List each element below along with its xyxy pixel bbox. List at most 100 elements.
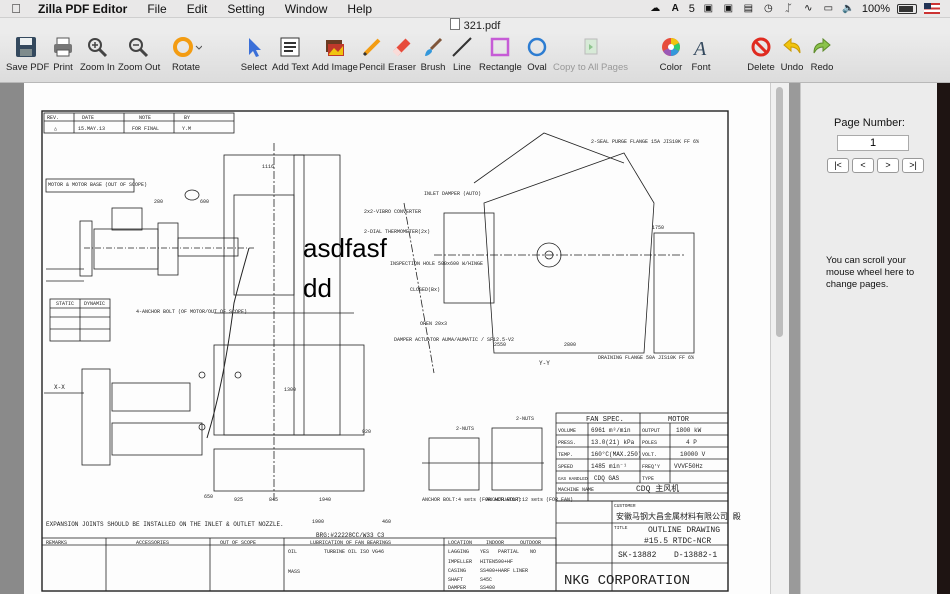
line-tool-button[interactable]: Line <box>450 32 474 82</box>
menu-window[interactable]: Window <box>275 2 338 16</box>
remarks-header: REMARKS <box>46 540 67 546</box>
zoom-out-button[interactable]: Zoom Out <box>118 32 160 82</box>
previous-page-button[interactable]: < <box>852 158 874 173</box>
fan-housing-view: 2-SEAL PURGE FLANGE 15A JIS10K FF 6% INL… <box>364 132 699 374</box>
menu-edit[interactable]: Edit <box>177 2 218 16</box>
spec-poles-label: POLES <box>642 440 657 446</box>
first-page-button[interactable]: |< <box>827 158 849 173</box>
volume-icon[interactable]: 🔈 <box>842 3 855 14</box>
expansion-note: EXPANSION JOINTS SHOULD BE INSTALLED ON … <box>46 521 284 528</box>
airplay-icon[interactable]: ▭ <box>822 3 835 14</box>
rotate-button[interactable]: Rotate <box>168 32 204 82</box>
oval-tool-button[interactable]: Oval <box>525 32 549 82</box>
spec-volume-label: VOLUME <box>558 428 576 434</box>
save-pdf-button[interactable]: Save PDF <box>6 32 50 82</box>
copy-to-all-pages-button[interactable]: Copy to All Pages <box>553 32 628 82</box>
spec-gas-value: CDQ GAS <box>594 475 620 482</box>
menu-help[interactable]: Help <box>337 2 382 16</box>
zoom-in-button[interactable]: Zoom In <box>80 32 115 82</box>
bluetooth-icon[interactable]: ᛢ <box>782 3 795 14</box>
status-area: ☁ A 5 ▣ ▣ ▤ ◷ ᛢ ∿ ▭ 🔈 100% <box>649 0 940 17</box>
page-margin <box>0 83 24 594</box>
accessories-header: ACCESSORIES <box>136 540 169 546</box>
material-casing-value: SS400+HARF LINER <box>480 568 528 574</box>
motor-title: MOTOR <box>668 416 690 424</box>
add-text-label: Add Text <box>272 62 309 73</box>
font-button[interactable]: A Font <box>688 32 714 82</box>
rev-row-date: 15.MAY.13 <box>78 126 105 132</box>
label-closed: CLOSED(Bx) <box>410 287 440 293</box>
spec-temp-label: TEMP. <box>558 452 573 458</box>
label-open: OPEN 20x3 <box>420 321 447 327</box>
annotation-text-line-1[interactable]: asdfasf <box>303 233 387 264</box>
pdf-page-canvas[interactable]: REV. DATE NOTE BY △ 15.MAY.13 FOR FINAL … <box>24 83 770 594</box>
time-machine-icon[interactable]: ◷ <box>762 3 775 14</box>
window-titlebar: 321.pdf <box>0 18 950 32</box>
select-tool-button[interactable]: Select <box>240 32 268 82</box>
copy-pages-icon <box>584 38 598 55</box>
last-page-button[interactable]: >| <box>902 158 924 173</box>
line-label: Line <box>453 62 471 73</box>
battery-icon[interactable] <box>897 3 917 14</box>
print-button[interactable]: Print <box>50 32 76 82</box>
battery-percent[interactable]: 100% <box>862 3 890 15</box>
color-button[interactable]: Color <box>656 32 686 82</box>
undo-icon <box>783 37 801 54</box>
spec-output-label: OUTPUT <box>642 428 660 434</box>
menu-setting[interactable]: Setting <box>217 2 274 16</box>
save-pdf-label: Save PDF <box>6 62 50 73</box>
page-number-input[interactable]: 1 <box>837 135 909 151</box>
rectangle-tool-button[interactable]: Rectangle <box>479 32 522 82</box>
input-source-flag-icon[interactable] <box>924 3 940 14</box>
spec-output-value: 1800 kW <box>676 427 702 434</box>
fan-spec-table: FAN SPEC. MOTOR VOLUME 6961 m³/min OUTPU… <box>555 412 729 502</box>
annotation-text-line-2[interactable]: dd <box>303 273 332 304</box>
rectangle-label: Rectangle <box>479 62 522 73</box>
scrollbar-thumb[interactable] <box>776 87 783 337</box>
drive-icon[interactable]: ▣ <box>722 3 735 14</box>
adobe-icon[interactable]: A <box>669 3 682 14</box>
text-lines-icon <box>280 37 300 57</box>
label-draining: DRAINING FLANGE 50A JIS10K FF 6% <box>598 355 694 361</box>
sync-icon[interactable]: ▣ <box>702 3 715 14</box>
save-icon <box>16 37 36 57</box>
brush-label: Brush <box>420 62 446 73</box>
number-badge[interactable]: 5 <box>689 3 695 15</box>
app-menu[interactable]: Zilla PDF Editor <box>32 2 137 16</box>
location-indoor: INDOOR <box>486 540 504 546</box>
spec-press-value: 13.0(21) kPa <box>591 439 635 446</box>
brush-tool-button[interactable]: Brush <box>420 32 446 82</box>
add-image-button[interactable]: Add Image <box>312 32 358 82</box>
spec-poles-value: 4 P <box>686 439 697 446</box>
spec-gas-label: GAS HANDLED <box>558 476 588 482</box>
apple-menu-icon[interactable]:  <box>0 1 32 16</box>
label-yy: Y-Y <box>539 360 550 367</box>
spec-freq-value: VVVF50Hz <box>674 463 703 470</box>
material-shaft-label: SHAFT <box>448 577 463 583</box>
vertical-scrollbar[interactable] <box>770 83 789 594</box>
eraser-tool-button[interactable]: Eraser <box>388 32 416 82</box>
spec-press-label: PRESS. <box>558 440 576 446</box>
creative-cloud-icon[interactable]: ☁ <box>649 3 662 14</box>
line-icon <box>452 37 472 57</box>
menu-file[interactable]: File <box>137 2 176 16</box>
dim-1900: 1900 <box>312 519 324 525</box>
undo-button[interactable]: Undo <box>778 32 806 82</box>
load-table: STATIC DYNAMIC <box>49 298 111 342</box>
oil-value: TURBINE OIL ISO VG46 <box>324 549 384 555</box>
lubrication-header: LUBRICATION OF FAN BEARINGS <box>310 540 391 546</box>
delete-button[interactable]: Delete <box>746 32 776 82</box>
wifi-icon[interactable]: ∿ <box>802 3 815 14</box>
redo-button[interactable]: Redo <box>808 32 836 82</box>
add-text-button[interactable]: Add Text <box>272 32 309 82</box>
dim-1750: 1750 <box>652 225 664 231</box>
drawing-number-2: D-13882-1 <box>674 551 717 560</box>
next-page-button[interactable]: > <box>877 158 899 173</box>
clipboard-icon[interactable]: ▤ <box>742 3 755 14</box>
oil-label: OIL <box>288 549 297 555</box>
company-name: NKG CORPORATION <box>564 573 690 589</box>
rev-header-date: DATE <box>82 115 94 121</box>
pencil-tool-button[interactable]: Pencil <box>358 32 386 82</box>
document-icon <box>449 18 460 30</box>
page-nav-buttons: |< < > >| <box>827 158 924 173</box>
